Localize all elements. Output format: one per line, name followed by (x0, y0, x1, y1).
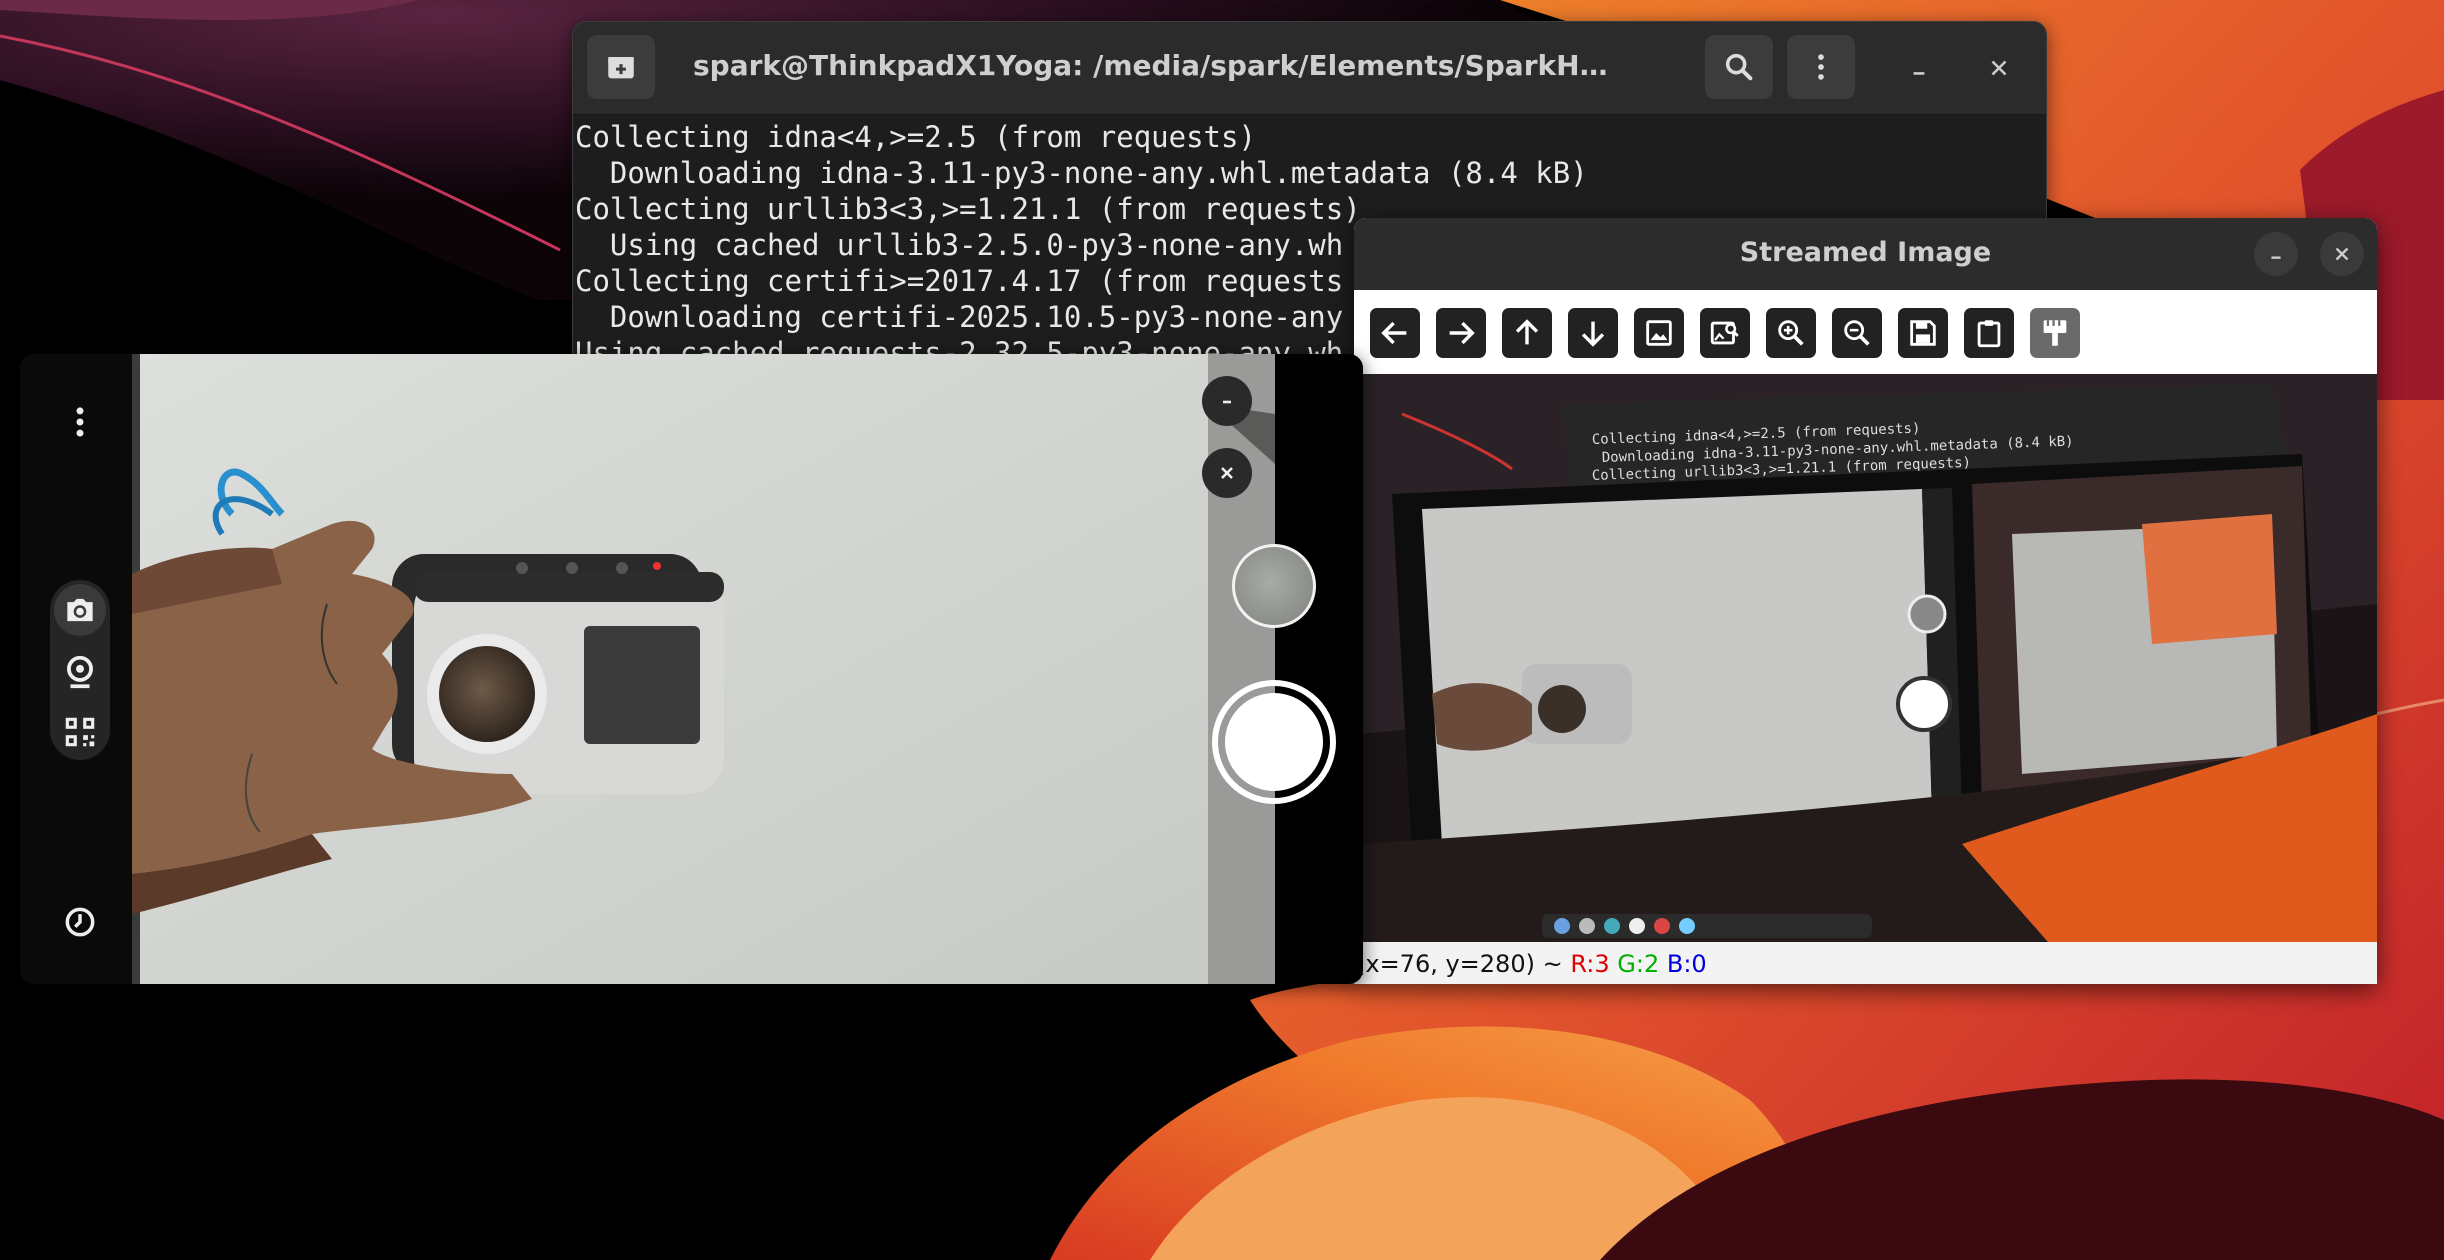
stream-window-title: Streamed Image (1739, 237, 1992, 268)
search-button[interactable] (1705, 35, 1773, 99)
camera-viewfinder[interactable] (132, 354, 1275, 984)
close-icon (1221, 467, 1233, 479)
camera-app-window[interactable] (20, 354, 1363, 984)
terminal-menu-button[interactable] (1787, 35, 1855, 99)
zoom-out-button[interactable] (1832, 308, 1882, 358)
shutter-button[interactable] (1212, 680, 1336, 804)
zoom-in-icon (1778, 320, 1804, 346)
terminal-close-button[interactable] (1977, 46, 2021, 90)
terminal-title: spark@ThinkpadX1Yoga: /media/spark/Eleme… (693, 49, 1626, 82)
kebab-menu-icon (1818, 54, 1824, 80)
properties-button[interactable] (2030, 308, 2080, 358)
timer-icon (65, 907, 95, 937)
arrow-down-icon (1581, 321, 1605, 347)
pan-down-button[interactable] (1568, 308, 1618, 358)
green-channel-value: G:2 (1617, 950, 1660, 978)
close-icon (1991, 60, 2007, 76)
camera-icon (67, 598, 93, 622)
kebab-menu-icon (76, 407, 84, 437)
fit-image-button[interactable] (1634, 308, 1684, 358)
terminal-line: Downloading idna-3.11-py3-none-any.whl.m… (575, 156, 1588, 190)
streamed-image-content: Collecting idna<4,>=2.5 (from requests) … (1362, 374, 2377, 958)
terminal-line: Collecting idna<4,>=2.5 (from requests) (575, 120, 1256, 154)
terminal-minimize-button[interactable] (1897, 46, 1941, 90)
new-tab-icon (608, 57, 634, 79)
streamed-image-window[interactable]: Streamed Image Collecting idna<4,>=2.5 (… (1354, 218, 2377, 984)
webcam-icon (67, 655, 93, 689)
save-icon (1910, 320, 1936, 346)
image-properties-button[interactable] (1700, 308, 1750, 358)
stream-window-header: Streamed Image (1354, 218, 2377, 290)
search-icon (1725, 53, 1753, 81)
qr-code-icon (65, 717, 95, 747)
paint-icon (2043, 320, 2067, 346)
camera-close-button[interactable] (1202, 448, 1252, 498)
camera-minimize-button[interactable] (1202, 376, 1252, 426)
blue-channel-value: B:0 (1666, 950, 1707, 978)
timer-button[interactable] (54, 896, 106, 948)
qr-scan-mode-button[interactable] (54, 706, 106, 758)
terminal-header: spark@ThinkpadX1Yoga: /media/spark/Eleme… (573, 22, 2046, 115)
image-status-bar: (x=76, y=280) ~ R:3 G:2 B:0 (1354, 942, 2377, 984)
camera-menu-button[interactable] (54, 396, 106, 448)
save-image-button[interactable] (1898, 308, 1948, 358)
image-search-icon (1710, 321, 1739, 345)
image-icon (1646, 320, 1672, 346)
copy-clipboard-button[interactable] (1964, 308, 2014, 358)
pixel-status-readout: (x=76, y=280) ~ R:3 G:2 B:0 (1356, 950, 1707, 978)
minimize-icon (1223, 400, 1231, 404)
camera-sidebar (20, 354, 132, 984)
pan-left-button[interactable] (1370, 308, 1420, 358)
zoom-in-button[interactable] (1766, 308, 1816, 358)
arrow-up-icon (1515, 319, 1539, 345)
cursor-coordinates: (x=76, y=280) ~ (1356, 950, 1563, 978)
streamed-image-canvas[interactable]: Collecting idna<4,>=2.5 (from requests) … (1362, 374, 2377, 958)
stream-minimize-button[interactable] (2254, 232, 2298, 276)
minimize-icon (1913, 72, 1925, 75)
arrow-right-icon (1449, 321, 1475, 345)
close-icon (2335, 247, 2349, 261)
camera-preview-image (132, 354, 1275, 984)
clipboard-icon (1977, 320, 2001, 348)
shutter-inner (1225, 693, 1323, 791)
stream-close-button[interactable] (2320, 232, 2364, 276)
minimize-icon (2271, 256, 2281, 259)
arrow-left-icon (1381, 321, 1407, 345)
zoom-out-icon (1844, 320, 1870, 346)
red-channel-value: R:3 (1570, 950, 1610, 978)
image-toolbar (1354, 290, 2377, 374)
gallery-thumbnail[interactable] (1232, 544, 1316, 628)
pan-right-button[interactable] (1436, 308, 1486, 358)
new-tab-button[interactable] (587, 35, 655, 99)
photo-mode-button[interactable] (54, 584, 106, 636)
pan-up-button[interactable] (1502, 308, 1552, 358)
video-mode-button[interactable] (54, 646, 106, 698)
